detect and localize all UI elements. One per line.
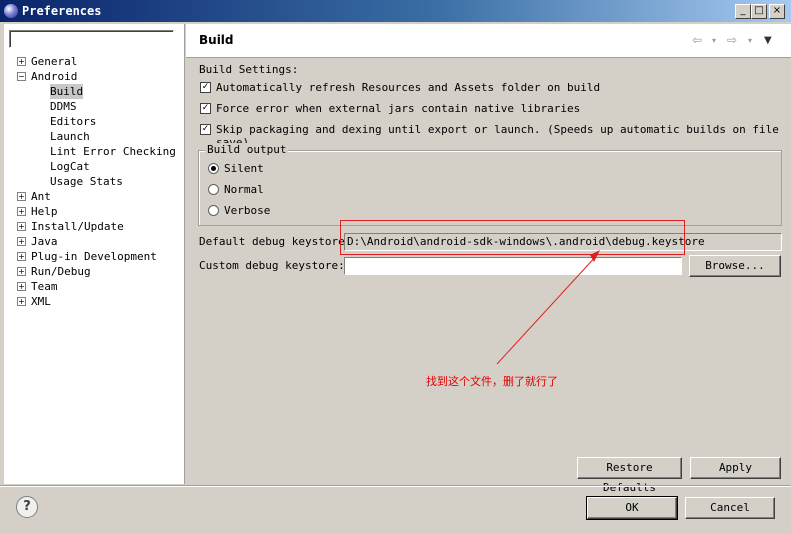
ok-button[interactable]: OK bbox=[586, 496, 678, 520]
cancel-button[interactable]: Cancel bbox=[685, 497, 775, 519]
apply-button[interactable]: Apply bbox=[690, 457, 781, 479]
footer-separator bbox=[0, 485, 791, 487]
annotation-arrow bbox=[496, 250, 600, 365]
restore-defaults-button[interactable]: Restore Defaults bbox=[577, 457, 682, 494]
annotation-text: 找到这个文件，删了就行了 bbox=[426, 375, 558, 388]
help-icon[interactable]: ? bbox=[16, 496, 38, 518]
